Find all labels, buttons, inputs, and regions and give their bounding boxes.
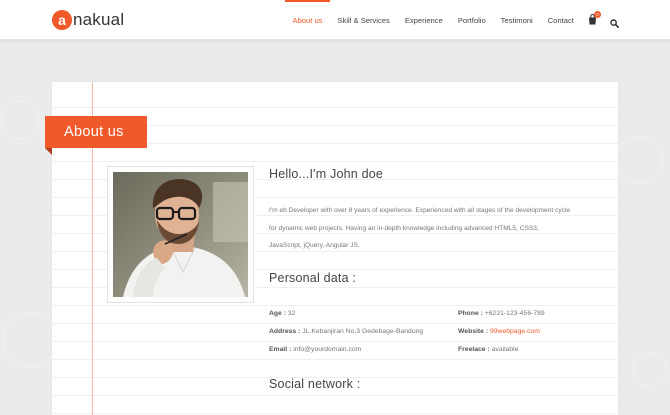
phone-value: +6221-123-456-789 xyxy=(484,310,545,317)
address-value: JL.Kebanjiran No.3 Gedebage-Bandung xyxy=(302,328,424,335)
bio-line: for dynamic web projects. Having an in-d… xyxy=(269,224,539,232)
age-label: Age : xyxy=(269,310,286,317)
bio-line: I'm eb Developer with over 8 years of ex… xyxy=(269,207,571,214)
website-field: Website : 99webpage.com xyxy=(458,328,540,335)
nav-portfolio[interactable]: Portfolio xyxy=(450,0,493,40)
phone-label: Phone : xyxy=(458,310,483,317)
nav-skill-services[interactable]: Skill & Services xyxy=(330,0,397,40)
address-label: Address : xyxy=(269,328,301,335)
email-field: Email : info@yourdomain.com xyxy=(269,346,361,353)
profile-photo-frame xyxy=(107,166,254,303)
site-header: a nakual About us Skill & Services Exper… xyxy=(0,0,670,40)
nav-contact[interactable]: Contact xyxy=(540,0,581,40)
freelance-value: available xyxy=(491,346,519,353)
address-field: Address : JL.Kebanjiran No.3 Gedebage-Ba… xyxy=(269,328,423,335)
shopping-bag-icon[interactable]: 0 xyxy=(588,11,601,26)
logo-text: nakual xyxy=(73,10,125,29)
nav-testimoni[interactable]: Testimoni xyxy=(493,0,540,40)
nav-experience[interactable]: Experience xyxy=(397,0,450,40)
website-link[interactable]: 99webpage.com xyxy=(490,328,540,335)
logo-mark: a xyxy=(52,10,72,30)
main-nav: About us Skill & Services Experience Por… xyxy=(285,0,581,40)
personal-data-heading: Personal data : xyxy=(269,271,357,285)
greeting-heading: Hello...I'm John doe xyxy=(269,167,384,181)
phone-field: Phone : +6221-123-456-789 xyxy=(458,310,545,317)
cart-count-badge: 0 xyxy=(594,11,601,18)
email-value[interactable]: info@yourdomain.com xyxy=(293,346,361,353)
website-label: Website : xyxy=(458,328,489,335)
age-field: Age : 32 xyxy=(269,310,295,317)
bio-line: JavaScript, jQuery, Angular JS. xyxy=(269,242,360,250)
section-ribbon: About us xyxy=(45,116,147,148)
bio-text: I'm eb Developer with over 8 years of ex… xyxy=(269,202,584,255)
freelance-label: Freelace : xyxy=(458,346,490,353)
profile-photo xyxy=(113,172,248,297)
social-network-heading: Social network : xyxy=(269,377,361,391)
email-label: Email : xyxy=(269,346,292,353)
freelance-field: Freelace : available xyxy=(458,346,518,353)
age-value: 32 xyxy=(287,310,296,317)
search-icon[interactable] xyxy=(610,15,620,28)
nav-about-us[interactable]: About us xyxy=(285,0,330,40)
ribbon-fold xyxy=(45,148,52,155)
logo[interactable]: a nakual xyxy=(52,9,124,31)
